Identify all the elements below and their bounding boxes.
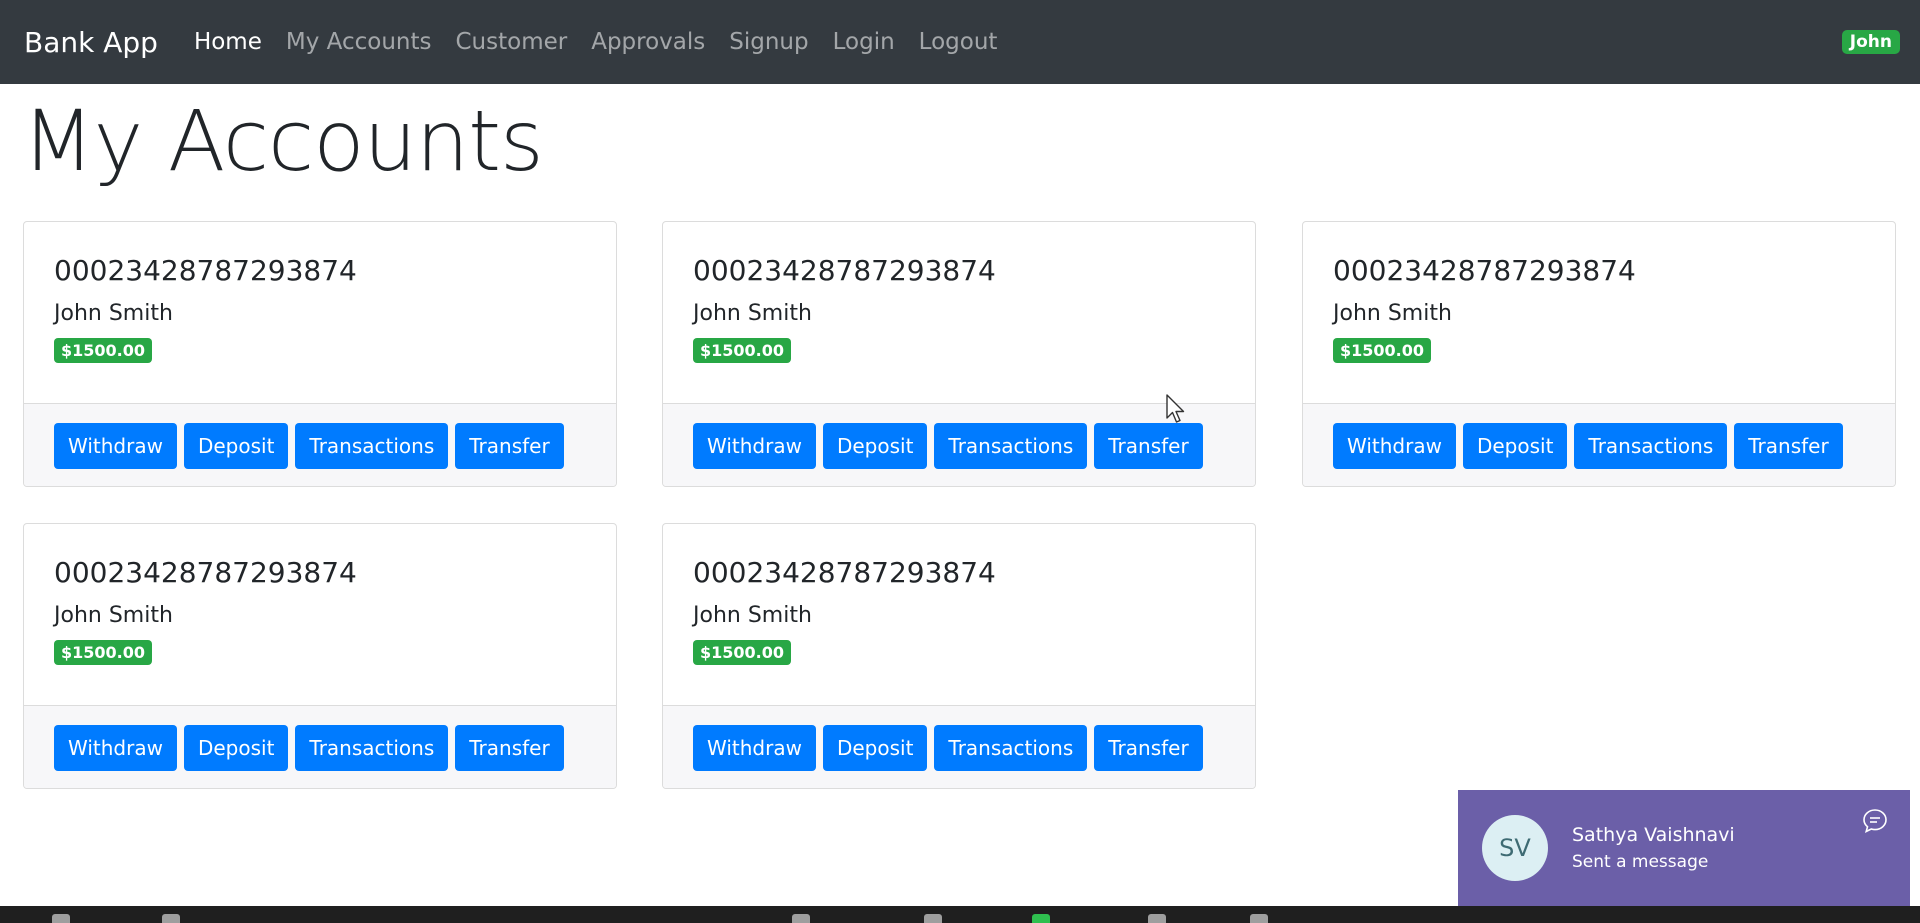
balance-badge: $1500.00 (693, 338, 792, 363)
card-footer: Withdraw Deposit Transactions Transfer (663, 705, 1255, 788)
nav-approvals[interactable]: Approvals (591, 29, 705, 55)
withdraw-button[interactable]: Withdraw (54, 423, 177, 469)
card-footer: Withdraw Deposit Transactions Transfer (24, 403, 616, 486)
account-number: 00023428787293874 (693, 556, 996, 589)
nav-home[interactable]: Home (194, 29, 262, 55)
nav-logout[interactable]: Logout (919, 29, 998, 55)
account-holder: John Smith (54, 301, 173, 326)
transfer-button[interactable]: Transfer (1094, 423, 1203, 469)
deposit-button[interactable]: Deposit (183, 423, 289, 469)
avatar: SV (1482, 815, 1548, 881)
transfer-button[interactable]: Transfer (455, 725, 564, 771)
account-number: 00023428787293874 (54, 254, 357, 287)
account-card: 00023428787293874 John Smith $1500.00 Wi… (662, 221, 1256, 487)
balance-badge: $1500.00 (54, 640, 153, 665)
record-icon[interactable] (1148, 914, 1166, 923)
deposit-button[interactable]: Deposit (183, 725, 289, 771)
balance-badge: $1500.00 (1333, 338, 1432, 363)
withdraw-button[interactable]: Withdraw (54, 725, 177, 771)
participants-icon[interactable] (792, 914, 810, 923)
user-badge: John (1841, 30, 1900, 54)
chat-icon[interactable] (924, 914, 942, 923)
withdraw-button[interactable]: Withdraw (1333, 423, 1456, 469)
balance-badge: $1500.00 (54, 338, 153, 363)
transfer-button[interactable]: Transfer (1094, 725, 1203, 771)
transactions-button[interactable]: Transactions (1574, 423, 1728, 469)
account-card: 00023428787293874 John Smith $1500.00 Wi… (1302, 221, 1896, 487)
transactions-button[interactable]: Transactions (295, 725, 449, 771)
microphone-icon[interactable] (52, 914, 70, 923)
card-body: 00023428787293874 John Smith $1500.00 (1303, 222, 1895, 403)
account-holder: John Smith (693, 603, 812, 628)
account-card: 00023428787293874 John Smith $1500.00 Wi… (23, 523, 617, 789)
video-camera-icon[interactable] (162, 914, 180, 923)
card-footer: Withdraw Deposit Transactions Transfer (1303, 403, 1895, 486)
card-footer: Withdraw Deposit Transactions Transfer (24, 705, 616, 788)
card-body: 00023428787293874 John Smith $1500.00 (663, 222, 1255, 403)
nav-customer[interactable]: Customer (455, 29, 567, 55)
card-body: 00023428787293874 John Smith $1500.00 (24, 222, 616, 403)
account-number: 00023428787293874 (54, 556, 357, 589)
withdraw-button[interactable]: Withdraw (693, 423, 816, 469)
nav-my-accounts[interactable]: My Accounts (286, 29, 432, 55)
mouse-cursor-icon (1166, 394, 1185, 423)
account-number: 00023428787293874 (1333, 254, 1636, 287)
deposit-button[interactable]: Deposit (822, 423, 928, 469)
transactions-button[interactable]: Transactions (295, 423, 449, 469)
transactions-button[interactable]: Transactions (934, 423, 1088, 469)
deposit-button[interactable]: Deposit (1462, 423, 1568, 469)
chat-notification[interactable]: SV Sathya Vaishnavi Sent a message (1458, 790, 1910, 906)
brand-link[interactable]: Bank App (24, 26, 158, 59)
account-holder: John Smith (1333, 301, 1452, 326)
transfer-button[interactable]: Transfer (1734, 423, 1843, 469)
account-card: 00023428787293874 John Smith $1500.00 Wi… (662, 523, 1256, 789)
notification-text: Sathya Vaishnavi Sent a message (1572, 824, 1735, 872)
card-body: 00023428787293874 John Smith $1500.00 (24, 524, 616, 705)
notification-message: Sent a message (1572, 852, 1709, 872)
taskbar (0, 906, 1920, 923)
chat-bubble-icon[interactable] (1862, 808, 1888, 834)
deposit-button[interactable]: Deposit (822, 725, 928, 771)
account-card: 00023428787293874 John Smith $1500.00 Wi… (23, 221, 617, 487)
card-body: 00023428787293874 John Smith $1500.00 (663, 524, 1255, 705)
account-holder: John Smith (693, 301, 812, 326)
reactions-icon[interactable] (1250, 914, 1268, 923)
account-holder: John Smith (54, 603, 173, 628)
transactions-button[interactable]: Transactions (934, 725, 1088, 771)
nav-signup[interactable]: Signup (729, 29, 808, 55)
balance-badge: $1500.00 (693, 640, 792, 665)
transfer-button[interactable]: Transfer (455, 423, 564, 469)
sender-name: Sathya Vaishnavi (1572, 824, 1735, 846)
nav-login[interactable]: Login (833, 29, 895, 55)
page-title: My Accounts (22, 92, 544, 190)
top-navbar: Bank App Home My Accounts Customer Appro… (0, 0, 1920, 84)
withdraw-button[interactable]: Withdraw (693, 725, 816, 771)
share-screen-icon[interactable] (1032, 914, 1050, 923)
account-number: 00023428787293874 (693, 254, 996, 287)
